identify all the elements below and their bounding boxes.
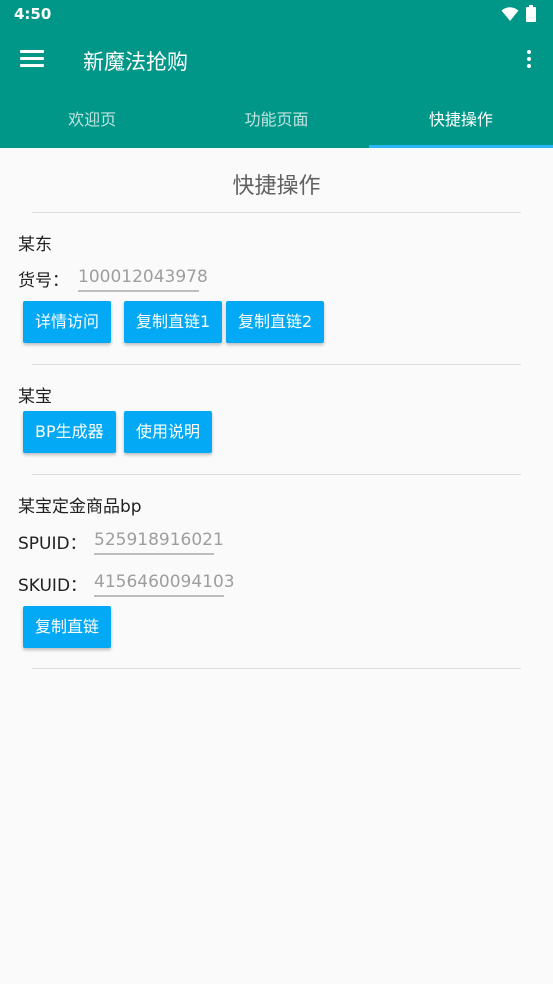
detail-visit-button[interactable]: 详情访问	[23, 301, 112, 343]
copy-link-2-button[interactable]: 复制直链2	[226, 301, 325, 343]
wifi-icon	[501, 6, 519, 26]
item-number-label: 货号：	[18, 271, 69, 291]
tab-welcome[interactable]: 欢迎页	[0, 92, 184, 148]
spuid-label: SPUID：	[18, 534, 87, 554]
more-options-icon[interactable]	[527, 50, 533, 71]
copy-link-button[interactable]: 复制直链	[23, 606, 112, 648]
battery-icon	[526, 5, 536, 26]
copy-link-1-button[interactable]: 复制直链1	[124, 301, 223, 343]
skuid-label: SKUID：	[18, 576, 88, 596]
divider	[32, 474, 521, 475]
bp-generator-button[interactable]: BP生成器	[23, 411, 116, 453]
tab-quick-actions[interactable]: 快捷操作	[368, 92, 553, 148]
divider	[32, 212, 521, 213]
divider	[32, 668, 521, 669]
tab-bar: 欢迎页 功能页面 快捷操作	[0, 92, 553, 148]
tab-functions[interactable]: 功能页面	[184, 92, 368, 148]
spuid-input[interactable]: 525918916021	[94, 529, 224, 555]
item-number-input[interactable]: 100012043978	[78, 266, 208, 292]
divider	[32, 364, 521, 365]
page-title: 快捷操作	[232, 174, 321, 199]
status-time: 4:50	[14, 5, 52, 23]
usage-instructions-button[interactable]: 使用说明	[124, 411, 213, 453]
skuid-input[interactable]: 4156460094103	[94, 571, 235, 597]
menu-icon[interactable]	[20, 50, 44, 70]
status-bar: 4:50	[0, 0, 553, 28]
app-bar: 新魔法抢购	[0, 28, 553, 92]
section-title-taobao: 某宝	[18, 387, 52, 407]
section-title-jd: 某东	[18, 235, 52, 255]
app-title: 新魔法抢购	[83, 50, 188, 74]
section-title-deposit: 某宝定金商品bp	[18, 497, 142, 517]
